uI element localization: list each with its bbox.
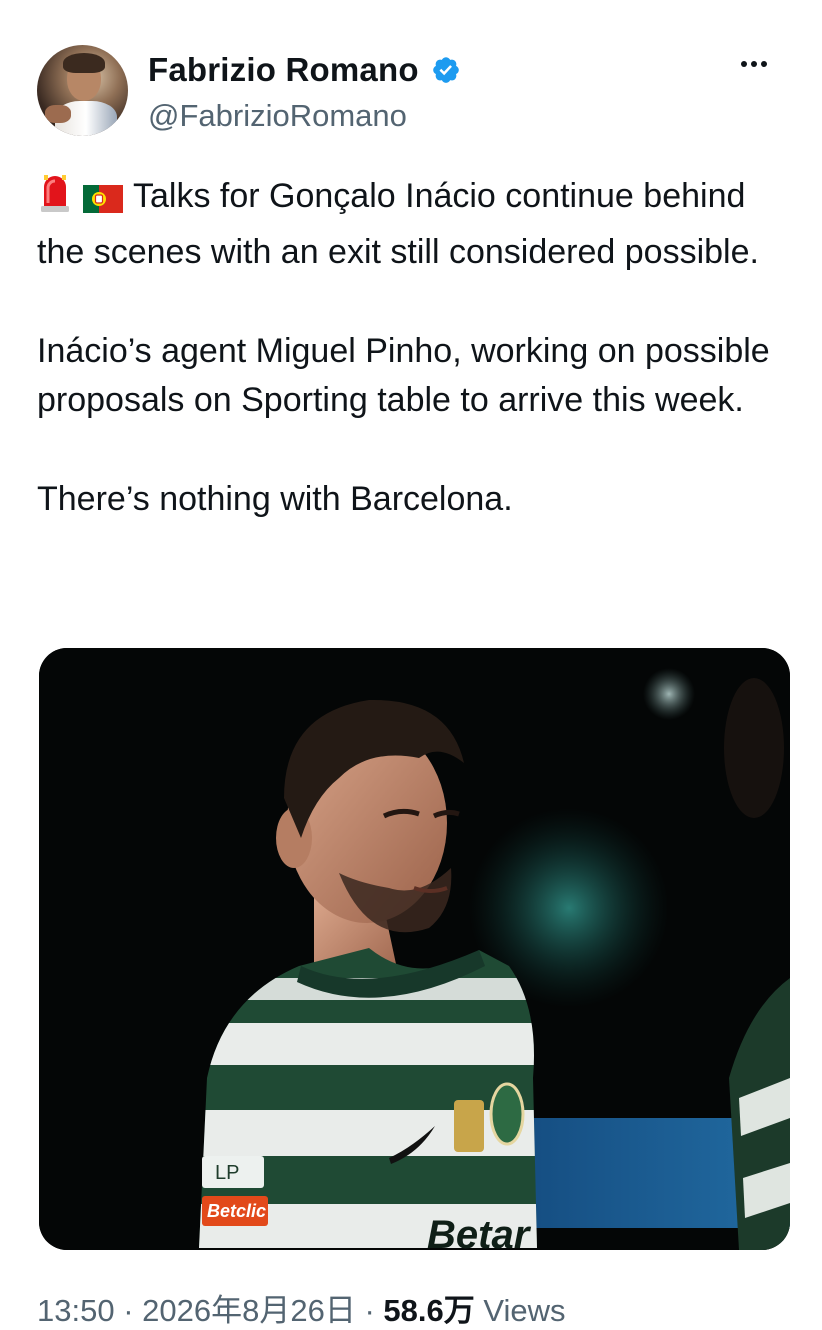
tweet-time[interactable]: 13:50 [37,1293,115,1328]
views-count[interactable]: 58.6万 [383,1293,474,1328]
author-display-name[interactable]: Fabrizio Romano [148,51,419,89]
tweet-text: Talks for Gonçalo Inácio continue behind… [37,172,797,525]
front-sponsor-text: Betar [427,1213,532,1250]
avatar-hand [45,105,71,123]
more-options-button[interactable] [732,50,776,78]
tweet-paragraph-1: Talks for Gonçalo Inácio continue behind… [37,172,797,277]
ellipsis-icon [741,61,747,67]
meta-separator: · [123,1293,134,1328]
sleeve-badge-text: LP [215,1162,239,1184]
ellipsis-dot [751,61,757,67]
player-photo-illustration: LP Betclic Betar [39,648,790,1250]
tweet-paragraph-3: There’s nothing with Barcelona. [37,480,513,518]
tweet-paragraph-2: Inácio’s agent Miguel Pinho, working on … [37,331,770,420]
views-label: Views [483,1293,566,1328]
rotating-light-emoji-icon [37,173,73,228]
tweet-date[interactable]: 2026年8月26日 [142,1293,356,1328]
meta-separator: · [364,1293,375,1328]
tweet-card: Fabrizio Romano @FabrizioRomano Talks fo… [0,0,822,1328]
verified-badge-icon [431,55,461,85]
ellipsis-dot [761,61,767,67]
author-avatar[interactable] [37,45,128,136]
sleeve-sponsor-text: Betclic [207,1201,266,1221]
tweet-meta: 13:50 · 2026年8月26日 · 58.6万 Views [37,1285,566,1330]
avatar-hair [63,53,105,73]
author-name-row: Fabrizio Romano [148,48,461,92]
portugal-flag-emoji-icon [83,178,123,228]
tweet-paragraph-1-text: Talks for Gonçalo Inácio continue behind… [37,177,759,271]
tweet-media-photo[interactable]: LP Betclic Betar [39,648,790,1250]
author-handle[interactable]: @FabrizioRomano [148,98,407,134]
